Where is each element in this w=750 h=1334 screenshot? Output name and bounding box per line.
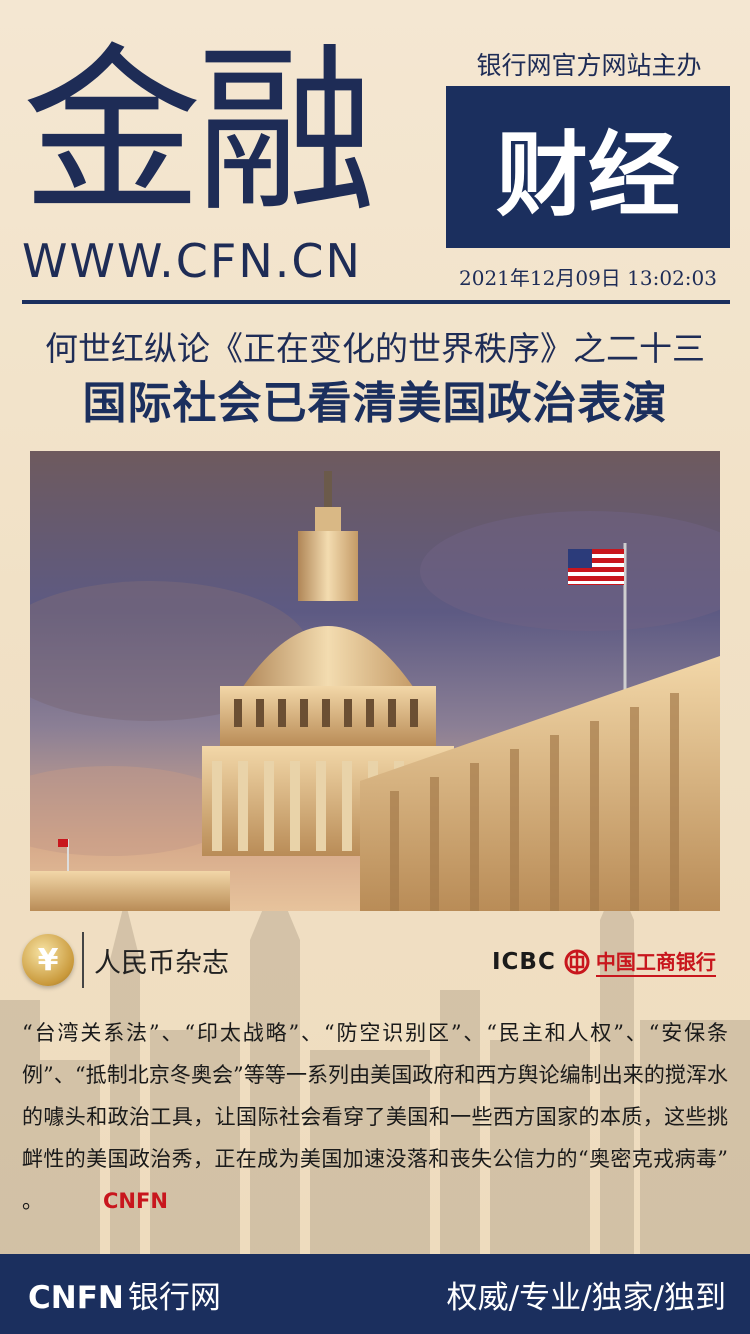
footer-brand[interactable]: CNFN 银行网 — [28, 1272, 221, 1317]
footer-brand-cn: 银行网 — [127, 1279, 221, 1316]
icbc-en-label: ICBC — [492, 948, 556, 975]
yuan-coin-icon: ¥ — [22, 934, 74, 986]
series-title: 何世红纵论《正在变化的世界秩序》之二十三 — [45, 329, 705, 368]
section-badge: 财经 — [446, 86, 730, 248]
host-text: 银行网官方网站主办 — [476, 51, 702, 80]
article-body: “台湾关系法”、“印太战略”、“防空识别区”、“民主和人权”、“安保条例”、“抵… — [22, 1012, 728, 1222]
logo-url[interactable]: WWW.CFN.CN — [22, 234, 362, 288]
signature: CNFN — [103, 1189, 168, 1213]
source-name: 人民币杂志 — [94, 947, 229, 979]
footer-brand-en: CNFN — [28, 1279, 124, 1316]
icbc-logo: ICBC 中国工商银行 — [492, 946, 716, 977]
article-headline: 国际社会已看清美国政治表演 — [82, 378, 668, 429]
article-body-text: “台湾关系法”、“印太战略”、“防空识别区”、“民主和人权”、“安保条例”、“抵… — [22, 1021, 728, 1213]
footer-bar: CNFN 银行网 权威/专业/独家/独到 — [0, 1254, 750, 1334]
icbc-cn-label: 中国工商银行 — [595, 946, 716, 977]
icbc-emblem-icon — [564, 949, 590, 974]
capitol-building-photo — [30, 451, 720, 911]
source-row: ¥ 人民币杂志 — [22, 930, 229, 990]
source-divider — [82, 932, 84, 988]
logo-jinrong: 金融 — [22, 28, 376, 237]
publish-datetime: 2021年12月09日 13:02:03 — [459, 266, 717, 290]
section-label: 财经 — [495, 121, 680, 229]
footer-slogan: 权威/专业/独家/独到 — [446, 1279, 726, 1316]
header-divider — [22, 300, 730, 304]
